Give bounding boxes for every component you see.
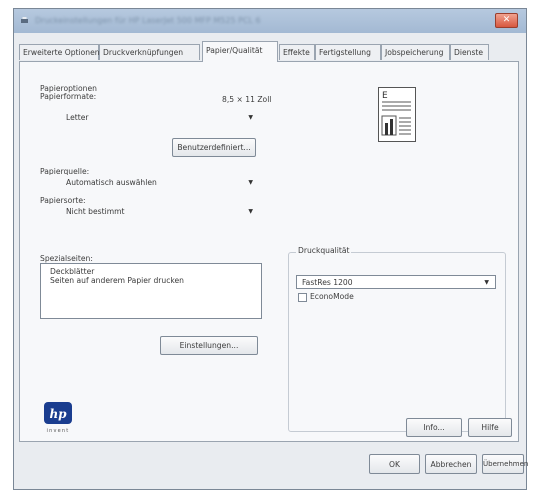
tab-advanced[interactable]: Erweiterte Optionen (19, 44, 100, 60)
paper-size-value: Letter (66, 113, 89, 122)
paper-source-value: Automatisch auswählen (66, 178, 157, 187)
paper-type-select[interactable]: Nicht bestimmt ▼ (38, 204, 260, 218)
custom-size-button[interactable]: Benutzerdefiniert... (172, 138, 256, 157)
tab-paper-quality[interactable]: Papier/Qualität (202, 41, 278, 62)
print-quality-label: Druckqualität (296, 246, 352, 255)
hp-logo-tagline: invent (47, 428, 70, 434)
dropdown-arrow-icon: ▼ (248, 208, 253, 215)
tab-job-storage[interactable]: Jobspeicherung (381, 44, 450, 60)
list-item[interactable]: Seiten auf anderem Papier drucken (50, 276, 184, 285)
window-title: Druckeinstellungen für HP LaserJet 500 M… (35, 16, 261, 25)
print-quality-value: FastRes 1200 (302, 278, 353, 287)
info-button[interactable]: Info... (406, 418, 462, 437)
page-preview-icon: E (378, 87, 416, 142)
cancel-button[interactable]: Abbrechen (425, 454, 477, 474)
svg-text:E: E (382, 91, 388, 101)
ok-button[interactable]: OK (369, 454, 420, 474)
hp-logo-text: hp (49, 407, 67, 421)
economode-checkbox[interactable] (298, 293, 307, 302)
apply-button[interactable]: Übernehmen (482, 454, 528, 474)
dropdown-arrow-icon: ▼ (484, 279, 489, 286)
tab-services[interactable]: Dienste (450, 44, 489, 60)
help-button[interactable]: Hilfe (468, 418, 512, 437)
dropdown-arrow-icon: ▼ (248, 114, 253, 121)
dropdown-arrow-icon: ▼ (248, 179, 253, 186)
paper-size-readout: 8,5 × 11 Zoll (222, 95, 272, 104)
economode-label: EconoMode (310, 292, 354, 301)
paper-source-select[interactable]: Automatisch auswählen ▼ (38, 175, 260, 189)
title-bar[interactable]: Druckeinstellungen für HP LaserJet 500 M… (14, 9, 526, 33)
hp-logo: hp invent (44, 402, 72, 434)
special-pages-label: Spezialseiten: (40, 254, 93, 263)
paper-type-value: Nicht bestimmt (66, 207, 125, 216)
special-pages-list[interactable]: Deckblätter Seiten auf anderem Papier dr… (40, 263, 262, 319)
tab-shortcuts[interactable]: Druckverknüpfungen (99, 44, 200, 60)
close-button[interactable]: ✕ (495, 13, 518, 28)
paper-quality-page: Papieroptionen Papierformate: 8,5 × 11 Z… (19, 61, 519, 442)
printing-preferences-dialog: Druckeinstellungen für HP LaserJet 500 M… (13, 8, 528, 490)
tab-finishing[interactable]: Fertigstellung (315, 44, 381, 60)
special-pages-settings-button[interactable]: Einstellungen... (160, 336, 258, 355)
paper-size-label: Papierformate: (40, 92, 97, 101)
close-icon: ✕ (502, 15, 511, 25)
list-item[interactable]: Deckblätter (50, 267, 94, 276)
printer-icon (21, 17, 28, 23)
paper-size-select[interactable]: Letter ▼ (38, 110, 260, 124)
print-quality-select[interactable]: FastRes 1200 ▼ (296, 275, 496, 289)
tab-effects[interactable]: Effekte (279, 44, 315, 60)
